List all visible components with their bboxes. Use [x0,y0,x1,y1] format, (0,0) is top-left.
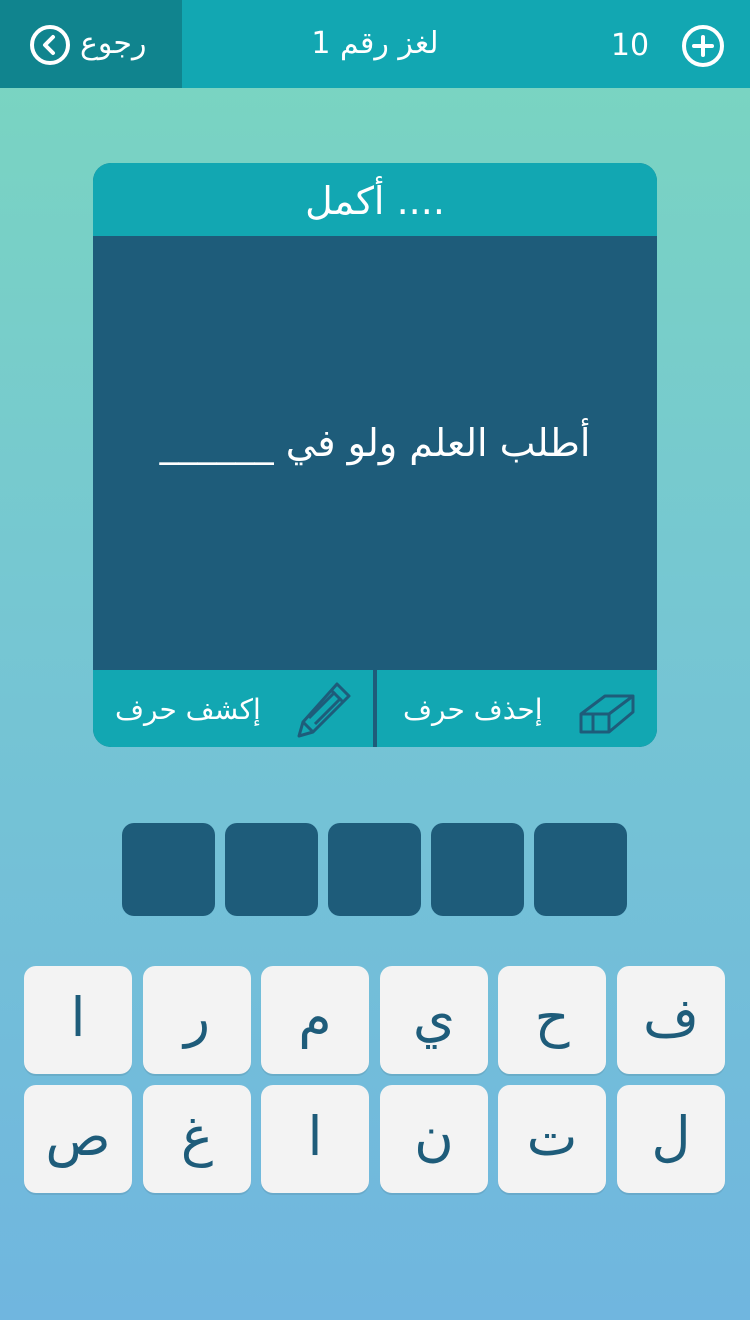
letter-key[interactable]: ا [261,1085,369,1193]
level-title: لغز رقم 1 [311,26,439,61]
answer-slot[interactable] [225,823,318,916]
puzzle-question: أطلب العلم ولو في ______ [159,421,591,465]
back-button[interactable]: رجوع [0,0,182,88]
letter-key[interactable]: م [261,966,369,1074]
answer-slot[interactable] [328,823,421,916]
remove-letter-label: إحذف حرف [403,693,543,726]
letter-key[interactable]: ت [498,1085,606,1193]
answer-slot[interactable] [534,823,627,916]
letter-key[interactable]: ص [24,1085,132,1193]
letter-key[interactable]: ي [380,966,488,1074]
letter-key[interactable]: ح [498,966,606,1074]
letter-key[interactable]: ن [380,1085,488,1193]
add-coins-button[interactable] [682,25,724,67]
reveal-letter-label: إكشف حرف [115,693,261,726]
remove-letter-button[interactable]: إحذف حرف [377,670,657,747]
reveal-letter-button[interactable]: إكشف حرف [93,670,373,747]
letter-key[interactable]: ر [143,966,251,1074]
letter-key[interactable]: ف [617,966,725,1074]
pencil-icon [297,682,351,738]
letter-key[interactable]: ل [617,1085,725,1193]
plus-circle-icon [692,35,714,57]
chevron-left-circle-icon [30,25,70,65]
hint-bar: إكشف حرف إحذف حرف [93,670,657,747]
back-label: رجوع [80,26,147,61]
puzzle-body: أطلب العلم ولو في ______ [93,236,657,670]
answer-slot[interactable] [431,823,524,916]
puzzle-header: أكمل .... [93,163,657,236]
answer-slots [122,823,632,916]
letter-key[interactable]: غ [143,1085,251,1193]
answer-slot[interactable] [122,823,215,916]
puzzle-card: أكمل .... أطلب العلم ولو في ______ إكشف … [93,163,657,747]
coin-count: 10 [610,28,650,63]
eraser-icon [579,694,635,734]
letter-keyboard: ف ح ي م ر ا ل ت ن ا غ ص [24,966,726,1194]
letter-key[interactable]: ا [24,966,132,1074]
top-bar: رجوع لغز رقم 1 10 [0,0,750,88]
